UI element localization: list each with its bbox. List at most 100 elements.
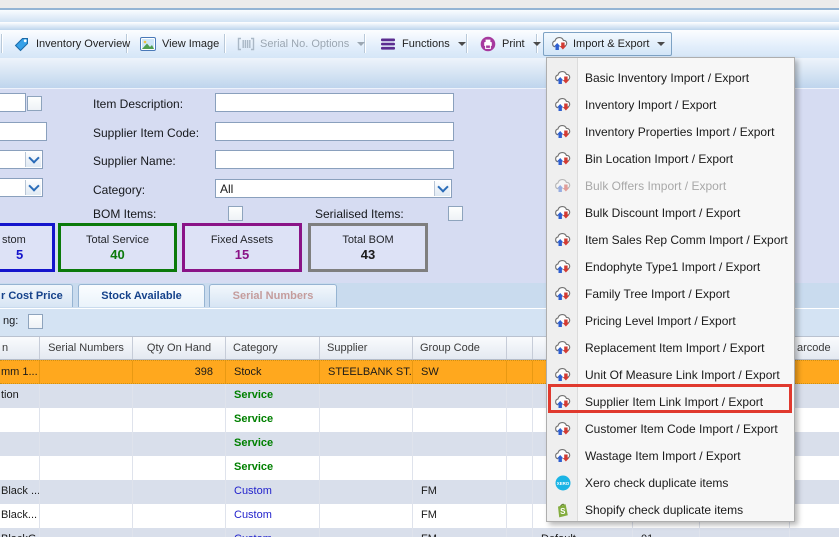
- category-select[interactable]: All: [215, 179, 452, 198]
- grid-cell[interactable]: [413, 456, 507, 480]
- grid-cell[interactable]: [133, 528, 226, 537]
- menu-item-customer-item-code-import-export[interactable]: Customer Item Code Import / Export: [548, 415, 793, 442]
- grid-cell[interactable]: SW: [413, 361, 507, 383]
- grid-cell[interactable]: tion: [0, 384, 40, 408]
- grid-cell[interactable]: [0, 432, 40, 456]
- clipped-combo-1[interactable]: [0, 150, 43, 169]
- grid-cell[interactable]: Black ...: [0, 480, 40, 504]
- grid-cell[interactable]: [40, 384, 133, 408]
- grid-cell[interactable]: FM: [413, 528, 507, 537]
- supplier-item-code-input[interactable]: [215, 122, 454, 141]
- grid-cell[interactable]: 398: [133, 361, 226, 383]
- menu-item-item-sales-rep-comm-import-export[interactable]: Item Sales Rep Comm Import / Export: [548, 226, 793, 253]
- item-description-input[interactable]: [215, 93, 454, 112]
- grid-cell[interactable]: [40, 504, 133, 528]
- grid-cell[interactable]: Stock: [226, 361, 320, 383]
- menu-item-basic-inventory-import-export[interactable]: Basic Inventory Import / Export: [548, 64, 793, 91]
- grid-cell[interactable]: [40, 361, 133, 383]
- grid-cell[interactable]: [790, 384, 839, 408]
- tab-r-cost-price[interactable]: r Cost Price: [0, 284, 73, 307]
- grid-cell[interactable]: [790, 361, 839, 383]
- grid-cell[interactable]: [507, 384, 533, 408]
- grid-cell[interactable]: Custom: [226, 528, 320, 537]
- grid-cell[interactable]: [790, 408, 839, 432]
- summary-box-1[interactable]: stom 5: [0, 223, 55, 272]
- menu-item-bulk-discount-import-export[interactable]: Bulk Discount Import / Export: [548, 199, 793, 226]
- grid-cell[interactable]: BlackG: [0, 528, 40, 537]
- grid-cell[interactable]: Black...: [0, 504, 40, 528]
- grid-cell[interactable]: mm 1...: [0, 361, 40, 383]
- grid-cell[interactable]: [40, 432, 133, 456]
- grid-cell[interactable]: Service: [226, 408, 320, 432]
- grid-cell[interactable]: STEELBANK ST...: [320, 361, 413, 383]
- summary-box-4[interactable]: Total BOM 43: [308, 223, 428, 272]
- grid-cell[interactable]: FM: [413, 504, 507, 528]
- menu-item-replacement-item-import-export[interactable]: Replacement Item Import / Export: [548, 334, 793, 361]
- toolbar-button-import-export[interactable]: Import & Export: [543, 32, 673, 56]
- grid-cell[interactable]: [40, 528, 133, 537]
- grid-cell[interactable]: [320, 504, 413, 528]
- menu-item-endophyte-type1-import-export[interactable]: Endophyte Type1 Import / Export: [548, 253, 793, 280]
- grouping-checkbox[interactable]: [28, 314, 43, 329]
- serialised-items-checkbox[interactable]: [448, 206, 463, 221]
- grid-cell[interactable]: Service: [226, 456, 320, 480]
- grid-cell[interactable]: [40, 408, 133, 432]
- grid-cell[interactable]: [133, 384, 226, 408]
- tab-stock-available[interactable]: Stock Available: [78, 284, 205, 307]
- bom-items-checkbox[interactable]: [228, 206, 243, 221]
- grid-cell[interactable]: [790, 432, 839, 456]
- grid-column-header[interactable]: Qty On Hand: [133, 337, 226, 359]
- grid-cell[interactable]: [507, 504, 533, 528]
- menu-item-pricing-level-import-export[interactable]: Pricing Level Import / Export: [548, 307, 793, 334]
- menu-item-inventory-import-export[interactable]: Inventory Import / Export: [548, 91, 793, 118]
- grid-cell[interactable]: [790, 480, 839, 504]
- grid-cell[interactable]: [320, 456, 413, 480]
- grid-column-header[interactable]: n: [0, 337, 40, 359]
- grid-cell[interactable]: [133, 456, 226, 480]
- grid-cell[interactable]: Custom: [226, 504, 320, 528]
- grid-cell[interactable]: [133, 432, 226, 456]
- grid-cell[interactable]: [507, 480, 533, 504]
- menu-item-inventory-properties-import-export[interactable]: Inventory Properties Import / Export: [548, 118, 793, 145]
- grid-cell[interactable]: [790, 528, 839, 537]
- grid-cell[interactable]: [320, 432, 413, 456]
- grid-column-header[interactable]: arcode: [790, 337, 839, 359]
- menu-item-shopify-check-duplicate-items[interactable]: S Shopify check duplicate items: [548, 496, 793, 523]
- summary-box-3[interactable]: Fixed Assets 15: [182, 223, 302, 272]
- grid-cell[interactable]: [320, 384, 413, 408]
- grid-cell[interactable]: 01: [633, 528, 700, 537]
- grid-cell[interactable]: [700, 528, 790, 537]
- grid-cell[interactable]: Custom: [226, 480, 320, 504]
- grid-cell[interactable]: [413, 432, 507, 456]
- grid-cell[interactable]: Service: [226, 432, 320, 456]
- grid-cell[interactable]: [133, 504, 226, 528]
- clipped-input-1[interactable]: [0, 93, 26, 112]
- grid-column-header[interactable]: Group Code: [413, 337, 507, 359]
- grid-cell[interactable]: [320, 408, 413, 432]
- grid-column-header[interactable]: Supplier: [320, 337, 413, 359]
- grid-cell[interactable]: Default: [533, 528, 633, 537]
- grid-cell[interactable]: [507, 361, 533, 383]
- clipped-checkbox[interactable]: [27, 96, 42, 111]
- grid-cell[interactable]: Service: [226, 384, 320, 408]
- toolbar-button-view-image[interactable]: View Image: [132, 32, 226, 56]
- toolbar-button-functions[interactable]: Functions: [372, 32, 473, 56]
- grid-column-header[interactable]: Serial Numbers: [40, 337, 133, 359]
- toolbar-button-serial-no-options[interactable]: Serial No. Options: [230, 32, 372, 56]
- menu-item-wastage-item-import-export[interactable]: Wastage Item Import / Export: [548, 442, 793, 469]
- grid-column-header[interactable]: Category: [226, 337, 320, 359]
- chevron-down-icon[interactable]: [25, 152, 41, 167]
- grid-cell[interactable]: [507, 408, 533, 432]
- grid-cell[interactable]: [40, 456, 133, 480]
- supplier-name-input[interactable]: [215, 150, 454, 169]
- menu-item-bin-location-import-export[interactable]: Bin Location Import / Export: [548, 145, 793, 172]
- chevron-down-icon[interactable]: [25, 180, 41, 195]
- menu-item-family-tree-import-export[interactable]: Family Tree Import / Export: [548, 280, 793, 307]
- clipped-combo-2[interactable]: [0, 178, 43, 197]
- menu-item-bulk-offers-import-export[interactable]: Bulk Offers Import / Export: [548, 172, 793, 199]
- grid-cell[interactable]: [507, 456, 533, 480]
- grid-cell[interactable]: [320, 480, 413, 504]
- toolbar-button-inventory-overview[interactable]: Inventory Overview: [6, 32, 137, 56]
- chevron-down-icon[interactable]: [434, 181, 450, 196]
- grid-column-header[interactable]: [507, 337, 533, 359]
